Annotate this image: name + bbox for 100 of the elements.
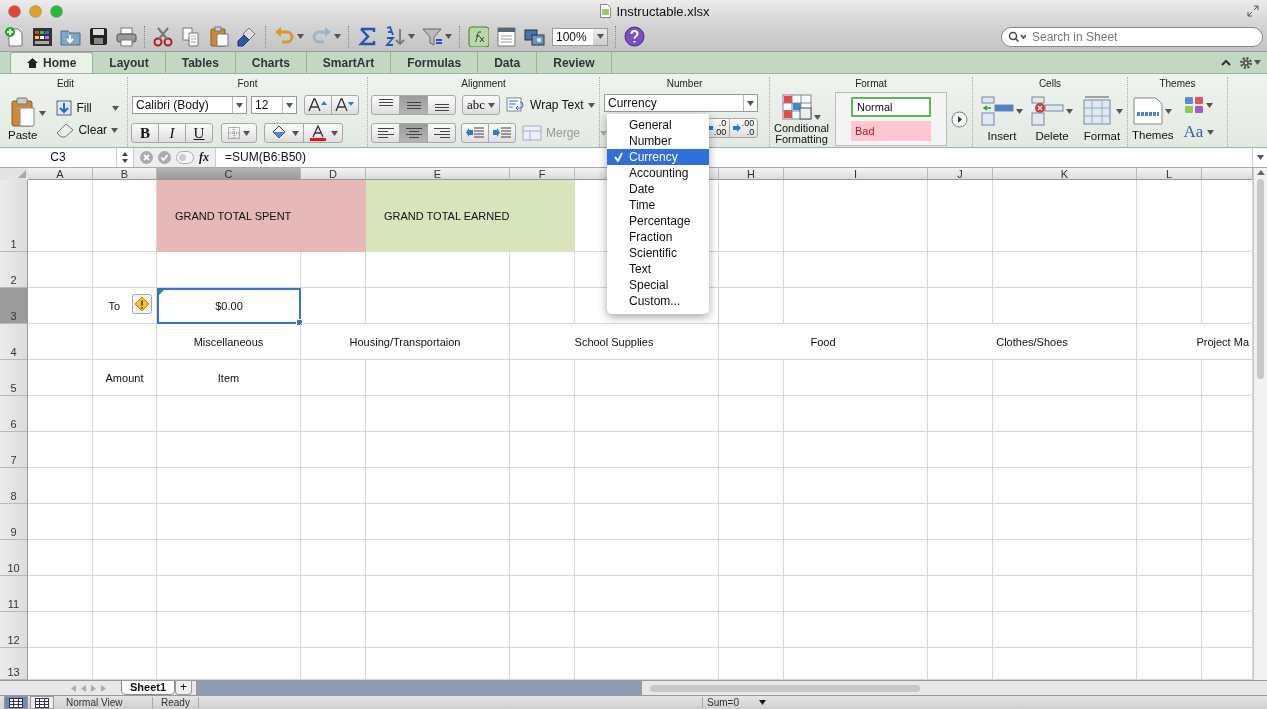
- cell-style-swatch[interactable]: Normal: [851, 97, 931, 117]
- toolbox-icon[interactable]: [496, 26, 517, 47]
- menu-item[interactable]: Percentage: [607, 213, 709, 229]
- scrollbar-thumb[interactable]: [650, 684, 921, 692]
- grid-cell[interactable]: [993, 612, 1137, 648]
- stepper-icon[interactable]: [122, 152, 128, 163]
- ribbon-tab[interactable]: Charts: [235, 52, 307, 73]
- name-box[interactable]: C3: [0, 148, 116, 167]
- decrease-indent-button[interactable]: [461, 123, 489, 143]
- grid-cell[interactable]: [928, 180, 993, 252]
- shaded-cell[interactable]: GRAND TOTAL SPENT: [157, 180, 366, 252]
- menu-item[interactable]: Custom...: [607, 293, 709, 309]
- horizontal-align-button[interactable]: [399, 123, 428, 143]
- cancel-icon[interactable]: [140, 151, 153, 164]
- grid-cell[interactable]: [928, 288, 993, 324]
- copy-icon[interactable]: [181, 26, 202, 47]
- grid-cell[interactable]: [719, 540, 784, 576]
- grid-cell[interactable]: [928, 612, 993, 648]
- caret-icon[interactable]: [111, 127, 119, 133]
- orientation-button[interactable]: abc: [462, 95, 501, 115]
- table-cell[interactable]: Food: [719, 324, 928, 360]
- horizontal-align-button[interactable]: [427, 123, 456, 143]
- column-header[interactable]: F: [510, 168, 575, 180]
- grid-cell[interactable]: [93, 468, 157, 504]
- caret-icon[interactable]: [236, 102, 243, 108]
- menu-item[interactable]: Accounting: [607, 165, 709, 181]
- grid-cell[interactable]: [784, 540, 928, 576]
- grid-cell[interactable]: [993, 396, 1137, 432]
- grid-cell[interactable]: [784, 288, 928, 324]
- row-header[interactable]: 3: [0, 288, 28, 324]
- grid-cell[interactable]: [784, 504, 928, 540]
- grid-cell[interactable]: [510, 432, 575, 468]
- grid-cell[interactable]: [575, 540, 719, 576]
- row-header[interactable]: 7: [0, 432, 28, 468]
- menu-item[interactable]: Date: [607, 181, 709, 197]
- grid-cell[interactable]: [719, 432, 784, 468]
- grid-cell[interactable]: [719, 252, 784, 288]
- caret-icon[interactable]: [1205, 102, 1213, 108]
- help-icon[interactable]: [624, 26, 645, 47]
- wrap-text-button[interactable]: Wrap Text: [506, 97, 595, 113]
- grid-cell[interactable]: [28, 288, 93, 324]
- caret-icon[interactable]: [1256, 155, 1264, 160]
- minimize-button[interactable]: [29, 4, 42, 18]
- grid-cell[interactable]: [1137, 468, 1202, 504]
- font-size-field[interactable]: 12: [251, 96, 297, 114]
- grid-cell[interactable]: [993, 432, 1137, 468]
- table-cell[interactable]: Amount: [93, 360, 157, 396]
- column-header[interactable]: J: [928, 168, 993, 180]
- grow-font-button[interactable]: [304, 95, 332, 115]
- new-document-icon[interactable]: [4, 26, 25, 47]
- paste-button[interactable]: Paste: [8, 97, 38, 141]
- grid-cell[interactable]: [301, 432, 366, 468]
- grid-cell[interactable]: [784, 360, 928, 396]
- grid-cell[interactable]: [510, 540, 575, 576]
- grid-cell[interactable]: [993, 252, 1137, 288]
- grid-cell[interactable]: [28, 576, 93, 612]
- grid-cell[interactable]: [1137, 612, 1202, 648]
- grid-cell[interactable]: [510, 468, 575, 504]
- grid-cell[interactable]: [993, 576, 1137, 612]
- grid-cell[interactable]: [784, 180, 928, 252]
- grid-cell[interactable]: [366, 288, 510, 324]
- grid-cell[interactable]: [28, 324, 93, 360]
- grid-cell[interactable]: [366, 540, 510, 576]
- grid-cell[interactable]: [157, 468, 301, 504]
- sum-readout[interactable]: Sum=0: [707, 697, 739, 708]
- paintbrush-icon[interactable]: [237, 26, 258, 47]
- fill-color-button[interactable]: [264, 123, 304, 143]
- settings-icon[interactable]: [1239, 55, 1253, 70]
- ribbon-tab[interactable]: Layout: [93, 52, 166, 73]
- grid-cell[interactable]: [301, 540, 366, 576]
- sheet-tab[interactable]: Sheet1: [121, 681, 176, 695]
- caret-icon[interactable]: [330, 130, 338, 136]
- grid-cell[interactable]: [93, 432, 157, 468]
- grid-cell[interactable]: [157, 540, 301, 576]
- grid-cell[interactable]: [784, 468, 928, 504]
- grid-cell[interactable]: [719, 612, 784, 648]
- grid-cell[interactable]: [366, 360, 510, 396]
- grid-cell[interactable]: [993, 504, 1137, 540]
- grid-cell[interactable]: [993, 540, 1137, 576]
- caret-icon[interactable]: [291, 130, 299, 136]
- caret-icon[interactable]: [1066, 108, 1073, 114]
- caret-icon[interactable]: [814, 114, 821, 120]
- grid-cell[interactable]: [575, 504, 719, 540]
- scissors-icon[interactable]: [153, 26, 174, 47]
- fill-button[interactable]: Fill: [56, 100, 119, 116]
- font-color-button[interactable]: [303, 123, 343, 143]
- menu-item[interactable]: Special: [607, 277, 709, 293]
- menu-item[interactable]: Text: [607, 261, 709, 277]
- grid-cell[interactable]: [928, 252, 993, 288]
- menu-item[interactable]: Fraction: [607, 229, 709, 245]
- grid-cell[interactable]: [366, 468, 510, 504]
- grid-cell[interactable]: [510, 252, 575, 288]
- shaded-cell[interactable]: GRAND TOTAL EARNED: [366, 180, 575, 252]
- grid-cell[interactable]: [157, 612, 301, 648]
- grid-cell[interactable]: [301, 288, 366, 324]
- row-header[interactable]: 13: [0, 648, 28, 680]
- grid-cell[interactable]: [301, 504, 366, 540]
- grid-cell[interactable]: [1137, 360, 1202, 396]
- scroll-up-icon[interactable]: [1256, 170, 1265, 175]
- add-sheet-button[interactable]: +: [175, 681, 193, 695]
